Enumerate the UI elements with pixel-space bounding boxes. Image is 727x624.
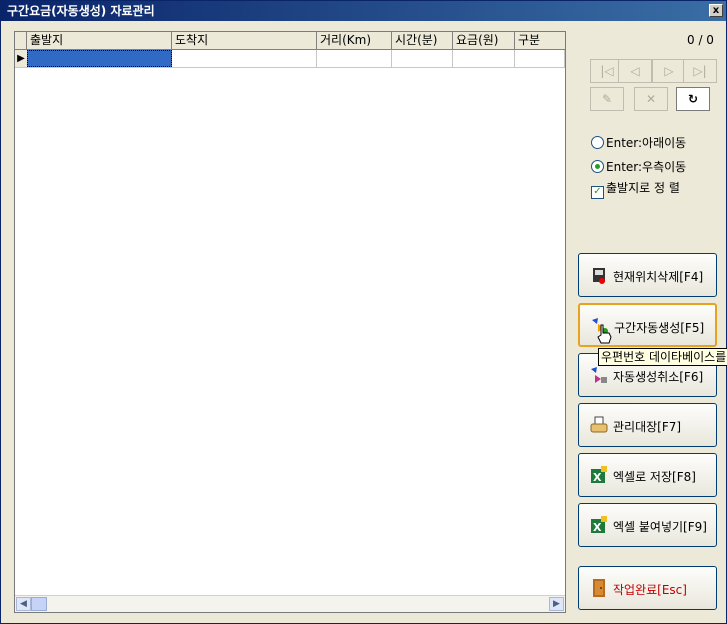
column-header-time[interactable]: 시간(분)	[392, 32, 453, 49]
grid-header: 출발지 도착지 거리(Km) 시간(분) 요금(원) 구분	[15, 32, 565, 50]
sort-option[interactable]: ✓ 출발지로 정 렬	[591, 179, 680, 199]
enter-down-radio[interactable]	[591, 136, 604, 149]
table-cell[interactable]	[392, 50, 453, 67]
finish-label: 작업완료[Esc]	[613, 583, 687, 597]
nav-last-button[interactable]: ▷|	[683, 59, 717, 83]
sort-checkbox[interactable]: ✓	[591, 186, 604, 199]
nav-prev-button[interactable]: ◁	[618, 59, 652, 83]
cancel-generate-icon	[591, 367, 607, 383]
column-header-destination[interactable]: 도착지	[172, 32, 317, 49]
svg-text:X: X	[593, 471, 602, 484]
nav-next-button[interactable]: ▷	[652, 59, 686, 83]
enter-down-option[interactable]: Enter:아래이동	[591, 134, 686, 152]
nav-edit-button[interactable]: ✎	[590, 87, 624, 111]
column-header-type[interactable]: 구분	[515, 32, 565, 49]
scroll-right-button[interactable]: ▶	[549, 597, 564, 611]
tooltip: 우편번호 데이타베이스를	[598, 348, 727, 366]
paste-excel-button[interactable]: X 엑셀 붙여넣기[F9]	[578, 503, 717, 547]
exit-door-icon	[593, 579, 605, 597]
cancel-generate-label: 자동생성취소[F6]	[613, 370, 704, 384]
table-cell[interactable]	[172, 50, 317, 67]
delete-current-button[interactable]: 현재위치삭제[F4]	[578, 253, 717, 297]
enter-right-label: Enter:우측이동	[606, 160, 687, 174]
delete-record-icon	[593, 268, 605, 284]
finish-button[interactable]: 작업완료[Esc]	[578, 566, 717, 610]
table-row[interactable]	[15, 50, 565, 68]
enter-right-option[interactable]: Enter:우측이동	[591, 158, 686, 176]
excel-paste-icon: X	[591, 516, 607, 534]
header-corner	[15, 32, 27, 49]
column-header-distance[interactable]: 거리(Km)	[317, 32, 392, 49]
nav-cancel-button[interactable]: ✕	[634, 87, 668, 111]
data-grid[interactable]: 출발지 도착지 거리(Km) 시간(분) 요금(원) 구분 ▶ ◀ ▶	[14, 31, 566, 613]
title-bar: 구간요금(자동생성) 자료관리 x	[1, 1, 726, 21]
column-header-fare[interactable]: 요금(원)	[453, 32, 515, 49]
delete-current-label: 현재위치삭제[F4]	[613, 270, 704, 284]
window-title: 구간요금(자동생성) 자료관리	[7, 4, 155, 18]
printer-icon	[590, 416, 608, 433]
sort-label: 출발지로 정 렬	[606, 181, 680, 195]
hand-cursor-icon	[597, 324, 612, 344]
enter-right-radio[interactable]	[591, 160, 604, 173]
column-header-origin[interactable]: 출발지	[27, 32, 172, 49]
table-cell[interactable]	[453, 50, 515, 67]
scroll-left-button[interactable]: ◀	[16, 597, 31, 611]
record-counter: 0 / 0	[687, 33, 714, 47]
auto-generate-label: 구간자동생성[F5]	[614, 321, 705, 335]
scroll-thumb[interactable]	[31, 597, 47, 611]
table-cell[interactable]	[317, 50, 392, 67]
ledger-label: 관리대장[F7]	[613, 420, 682, 434]
selected-cell[interactable]	[27, 50, 172, 67]
main-window: 구간요금(자동생성) 자료관리 x 출발지 도착지 거리(Km) 시간(분) 요…	[0, 0, 727, 624]
refresh-button[interactable]: ↻	[676, 87, 710, 111]
horizontal-scrollbar[interactable]: ◀ ▶	[15, 595, 565, 612]
enter-down-label: Enter:아래이동	[606, 136, 687, 150]
svg-text:X: X	[593, 521, 602, 534]
excel-save-icon: X	[591, 466, 607, 484]
close-button[interactable]: x	[709, 4, 723, 17]
save-excel-button[interactable]: X 엑셀로 저장[F8]	[578, 453, 717, 497]
paste-excel-label: 엑셀 붙여넣기[F9]	[613, 520, 707, 534]
save-excel-label: 엑셀로 저장[F8]	[613, 470, 696, 484]
table-cell[interactable]	[515, 50, 565, 67]
ledger-button[interactable]: 관리대장[F7]	[578, 403, 717, 447]
